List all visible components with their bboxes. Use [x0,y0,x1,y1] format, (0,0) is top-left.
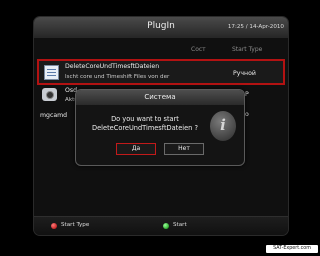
dialog-title: Система [144,93,176,101]
plugin-start-type: Ручной [233,70,256,77]
window-title: PlugIn [147,21,175,31]
red-button-icon [51,223,57,229]
dialog-message-line2: DeleteCoreUndTimesftDateien ? [92,124,198,132]
plugin-description: lscht core und Timeshift Files von der [65,74,170,80]
no-button[interactable]: Нет [164,143,204,155]
document-icon [44,65,59,80]
watermark: SAT-Expert.com [266,245,318,253]
dialog-title-bar: Система [76,90,244,105]
plugin-start-type: o [245,111,249,118]
camera-icon [42,88,57,101]
yes-button[interactable]: Да [116,143,156,155]
datetime-label: 17:25 / 14-Apr-2010 [227,24,284,30]
plugin-name: DeleteCoreUndTimesftDateien [65,63,160,70]
green-button-icon [163,223,169,229]
footer-bar: Start Type Start [34,216,288,235]
column-header-start-type: Start Type [232,46,263,53]
title-bar: PlugIn 17:25 / 14-Apr-2010 [34,17,288,38]
info-icon: i [210,111,236,141]
start-type-button-label[interactable]: Start Type [61,222,89,228]
plugin-start-type: P [245,91,249,98]
column-header-state: Сост [191,46,206,53]
confirm-dialog: Система Do you want to start DeleteCoreU… [75,89,245,166]
plugin-name: mgcamd [40,112,68,119]
plugin-row-deletecore[interactable]: DeleteCoreUndTimesftDateien lscht core u… [37,59,285,85]
dialog-message-line1: Do you want to start [111,115,179,123]
start-button-label[interactable]: Start [173,222,187,228]
